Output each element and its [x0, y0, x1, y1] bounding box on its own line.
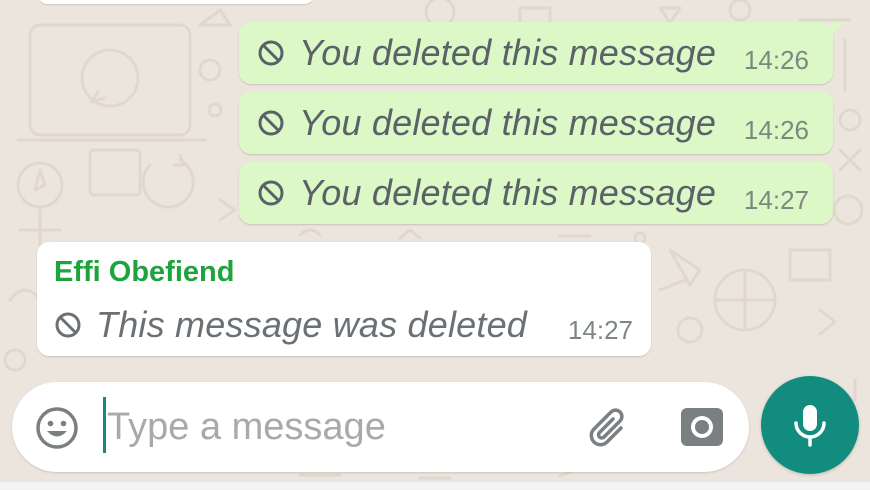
outgoing-message-bubble[interactable]: You deleted this message 14:27 [239, 162, 833, 224]
message-content: You deleted this message [257, 172, 716, 214]
camera-icon[interactable] [679, 404, 725, 450]
emoji-icon[interactable] [34, 405, 80, 451]
message-content: You deleted this message [257, 32, 716, 74]
ban-icon [258, 40, 284, 66]
outgoing-message-bubble[interactable]: You deleted this message 14:26 [239, 22, 845, 84]
previous-message-bubble-edge [38, 0, 314, 4]
paperclip-icon[interactable] [584, 402, 636, 454]
deleted-message-text: You deleted this message [299, 102, 717, 143]
ban-icon [258, 110, 284, 136]
sender-name[interactable]: Effi Obefiend [54, 256, 234, 289]
message-content: This message was deleted [54, 304, 527, 346]
ban-icon [258, 180, 284, 206]
outgoing-message-bubble[interactable]: You deleted this message 14:26 [239, 92, 833, 154]
message-content: You deleted this message [257, 102, 716, 144]
ban-icon [55, 312, 81, 338]
microphone-icon [794, 405, 826, 447]
text-cursor [103, 397, 106, 453]
message-composer [12, 382, 749, 472]
screen-bottom-edge [0, 482, 870, 490]
message-timestamp: 14:26 [743, 115, 809, 145]
message-timestamp: 14:27 [743, 185, 809, 215]
message-timestamp: 14:26 [743, 45, 809, 75]
bubble-tail [831, 22, 845, 36]
voice-message-button[interactable] [761, 376, 859, 474]
deleted-message-text: This message was deleted [96, 304, 528, 345]
deleted-message-text: You deleted this message [299, 172, 717, 213]
message-timestamp: 14:27 [567, 315, 633, 345]
message-input[interactable] [107, 399, 567, 455]
deleted-message-text: You deleted this message [299, 32, 717, 73]
incoming-message-bubble[interactable]: Effi Obefiend This message was deleted 1… [37, 242, 651, 356]
